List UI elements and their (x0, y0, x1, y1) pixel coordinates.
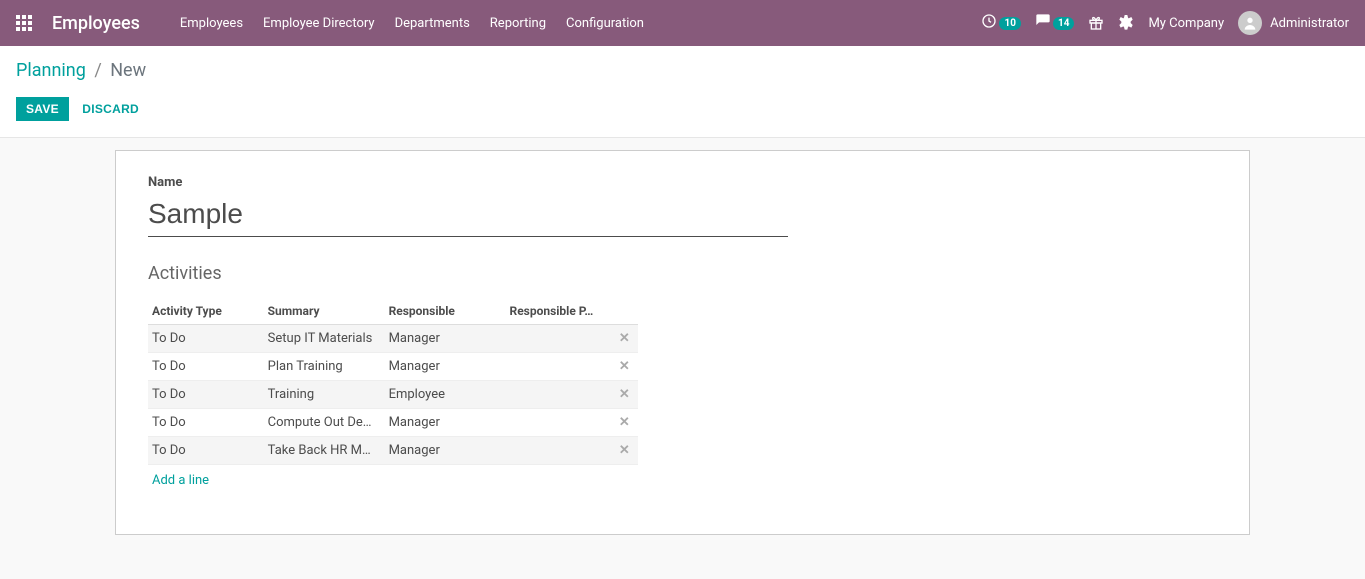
delete-row-icon[interactable]: ✕ (619, 387, 630, 402)
chat-icon (1035, 13, 1051, 33)
col-responsible: Responsible (385, 298, 506, 325)
table-row[interactable]: To DoPlan TrainingManager ✕ (148, 353, 638, 381)
cell-summary[interactable]: Take Back HR M… (264, 437, 385, 465)
control-panel: Planning / New Save Discard (0, 46, 1365, 138)
cell-activity-type[interactable]: To Do (148, 325, 264, 353)
cell-activity-type[interactable]: To Do (148, 409, 264, 437)
sheet-container: Name Activities Activity Type Summary Re… (0, 138, 1365, 575)
settings-icon[interactable] (1118, 15, 1134, 31)
cell-responsible-person[interactable] (506, 353, 611, 381)
cell-responsible[interactable]: Employee (385, 381, 506, 409)
activities-title: Activities (148, 263, 1217, 284)
delete-row-icon[interactable]: ✕ (619, 443, 630, 458)
delete-row-icon[interactable]: ✕ (619, 331, 630, 346)
table-row[interactable]: To DoCompute Out De…Manager ✕ (148, 409, 638, 437)
nav-menu: Employees Employee Directory Departments… (180, 16, 644, 31)
form-sheet: Name Activities Activity Type Summary Re… (115, 150, 1250, 535)
table-row[interactable]: To DoSetup IT MaterialsManager ✕ (148, 325, 638, 353)
nav-item-departments[interactable]: Departments (395, 16, 470, 31)
cell-activity-type[interactable]: To Do (148, 381, 264, 409)
cell-responsible[interactable]: Manager (385, 437, 506, 465)
cell-responsible[interactable]: Manager (385, 325, 506, 353)
nav-item-employee-directory[interactable]: Employee Directory (263, 16, 375, 31)
user-menu[interactable]: Administrator (1238, 11, 1349, 35)
col-summary: Summary (264, 298, 385, 325)
discard-button[interactable]: Discard (72, 97, 149, 121)
cell-summary[interactable]: Plan Training (264, 353, 385, 381)
cell-summary[interactable]: Compute Out De… (264, 409, 385, 437)
cell-summary[interactable]: Training (264, 381, 385, 409)
discuss-badge: 14 (1053, 17, 1074, 30)
discuss-indicator[interactable]: 14 (1035, 13, 1074, 33)
breadcrumb-current: New (110, 60, 146, 81)
cell-responsible[interactable]: Manager (385, 409, 506, 437)
nav-item-reporting[interactable]: Reporting (490, 16, 546, 31)
cell-responsible-person[interactable] (506, 409, 611, 437)
add-line-link[interactable]: Add a line (148, 465, 1217, 496)
cell-summary[interactable]: Setup IT Materials (264, 325, 385, 353)
clock-icon (981, 13, 997, 33)
col-activity-type: Activity Type (148, 298, 264, 325)
cell-responsible-person[interactable] (506, 437, 611, 465)
cell-responsible-person[interactable] (506, 381, 611, 409)
cell-responsible[interactable]: Manager (385, 353, 506, 381)
activities-badge: 10 (999, 17, 1020, 30)
col-responsible-person: Responsible P… (506, 298, 611, 325)
nav-right: 10 14 My Company Administrator (981, 11, 1349, 35)
activities-table: Activity Type Summary Responsible Respon… (148, 298, 638, 465)
apps-icon[interactable] (16, 15, 32, 31)
avatar-icon (1238, 11, 1262, 35)
nav-item-configuration[interactable]: Configuration (566, 16, 644, 31)
name-input[interactable] (148, 194, 788, 237)
name-label: Name (148, 175, 1217, 190)
delete-row-icon[interactable]: ✕ (619, 415, 630, 430)
save-button[interactable]: Save (16, 97, 69, 121)
nav-item-employees[interactable]: Employees (180, 16, 243, 31)
app-brand[interactable]: Employees (52, 13, 140, 34)
cell-activity-type[interactable]: To Do (148, 437, 264, 465)
top-navbar: Employees Employees Employee Directory D… (0, 0, 1365, 46)
breadcrumb-parent[interactable]: Planning (16, 60, 86, 81)
company-switcher[interactable]: My Company (1148, 16, 1224, 31)
cell-activity-type[interactable]: To Do (148, 353, 264, 381)
cell-responsible-person[interactable] (506, 325, 611, 353)
table-row[interactable]: To DoTake Back HR M…Manager ✕ (148, 437, 638, 465)
breadcrumb: Planning / New (16, 60, 1349, 81)
table-row[interactable]: To DoTrainingEmployee ✕ (148, 381, 638, 409)
user-name: Administrator (1270, 16, 1349, 31)
gift-icon[interactable] (1088, 15, 1104, 31)
delete-row-icon[interactable]: ✕ (619, 359, 630, 374)
activities-indicator[interactable]: 10 (981, 13, 1020, 33)
breadcrumb-separator: / (94, 60, 101, 81)
